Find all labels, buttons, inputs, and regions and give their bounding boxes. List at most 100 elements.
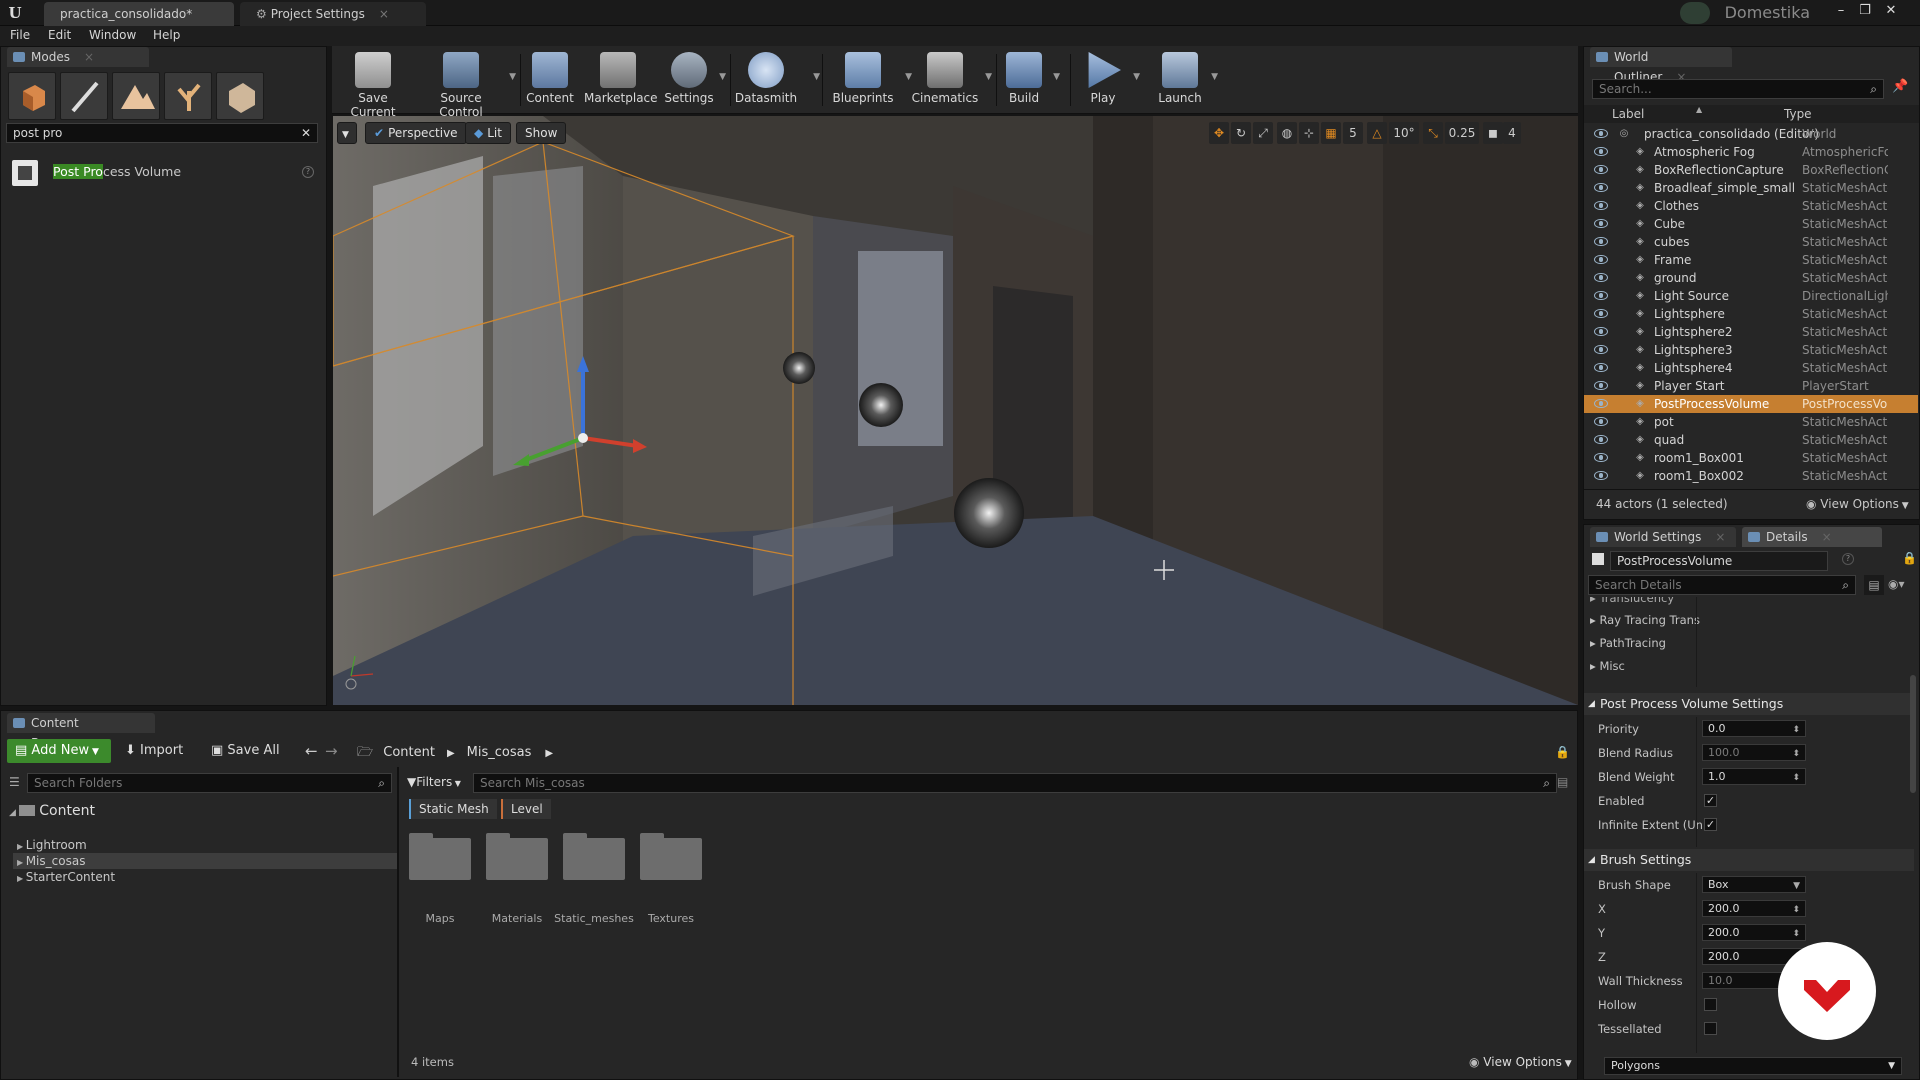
modes-tab[interactable]: Modes × — [7, 47, 149, 67]
modes-search-input[interactable]: post pro ✕ — [6, 123, 318, 143]
eye-icon[interactable] — [1594, 363, 1608, 372]
property-value-field[interactable]: 100.0 ⬍ — [1702, 744, 1806, 761]
breadcrumb-mis-cosas[interactable]: Mis_cosas — [467, 745, 532, 760]
eye-icon[interactable] — [1594, 435, 1608, 444]
eye-icon[interactable] — [1594, 201, 1608, 210]
grid-snap-icon[interactable]: ▦ — [1321, 122, 1341, 144]
outliner-row[interactable]: ◈ Lightsphere3 StaticMeshActo — [1584, 341, 1918, 359]
property-value-field[interactable]: 200.0 ⬍ — [1702, 924, 1806, 941]
folder-static-meshes[interactable] — [563, 833, 625, 880]
perspective-button[interactable]: ✔ Perspective — [365, 122, 467, 144]
outliner-row[interactable]: ◈ PostProcessVolume PostProcessVo — [1584, 395, 1918, 413]
scale-snap-icon[interactable]: ⤡ — [1423, 122, 1443, 144]
rotate-icon[interactable]: ↻ — [1231, 122, 1251, 144]
world-outliner-tab[interactable]: World Outliner × — [1590, 47, 1732, 84]
translate-icon[interactable]: ✥ — [1209, 122, 1229, 144]
project-settings-tab[interactable]: ⚙ Project Settings × — [240, 2, 426, 26]
save-current-button[interactable]: Save Current — [336, 50, 410, 119]
menu-help[interactable]: Help — [153, 28, 180, 42]
content-browser-tab[interactable]: Content Browser× — [7, 713, 155, 750]
blueprints-button[interactable]: Blueprints ▼ — [826, 50, 912, 110]
property-value-field[interactable]: 1.0 ⬍ — [1702, 768, 1806, 785]
lit-button[interactable]: ◆ Lit — [465, 122, 511, 144]
menu-window[interactable]: Window — [89, 28, 136, 42]
breadcrumb-content[interactable]: Content — [383, 745, 435, 760]
view-options-button[interactable]: ◉ View Options ▼ — [1806, 497, 1909, 511]
filter-chip-static-mesh[interactable]: Static Mesh — [409, 799, 497, 819]
outliner-search-input[interactable]: Search... ⌕ — [1592, 79, 1884, 99]
filters-button[interactable]: ▼Filters ▼ — [407, 775, 461, 789]
tree-item-mis-cosas[interactable]: ▶ Mis_cosas — [13, 853, 397, 869]
category-misc[interactable]: ▸ Misc — [1590, 659, 1625, 673]
play-button[interactable]: Play ▼ — [1078, 50, 1140, 110]
close-icon[interactable]: × — [84, 50, 94, 64]
folder-textures[interactable] — [640, 833, 702, 880]
tree-root-content[interactable]: ◢ Content — [9, 803, 95, 819]
sort-ascending-icon[interactable]: ▲ — [1696, 105, 1702, 114]
label-column-header[interactable]: Label — [1612, 107, 1644, 121]
chevron-down-icon[interactable]: ▼ — [719, 72, 726, 82]
launch-button[interactable]: Launch ▼ — [1154, 50, 1218, 110]
property-value-field[interactable]: 200.0 ⬍ — [1702, 900, 1806, 917]
eye-icon[interactable] — [1594, 255, 1608, 264]
category-ray-tracing[interactable]: ▸ Ray Tracing Trans — [1590, 613, 1700, 627]
chevron-down-icon[interactable]: ▼ — [1053, 72, 1060, 82]
type-column-header[interactable]: Type — [1784, 107, 1812, 121]
surface-snap-icon[interactable]: ⊹ — [1299, 122, 1319, 144]
folder-materials[interactable] — [486, 833, 548, 880]
property-checkbox[interactable]: ✓ — [1704, 818, 1717, 831]
build-button[interactable]: Build ▼ — [1000, 50, 1060, 110]
minimize-icon[interactable]: – — [1830, 2, 1852, 20]
outliner-row[interactable]: ◈ room1_Box001 StaticMeshActo — [1584, 449, 1918, 467]
grid-snap-value[interactable]: 5 — [1343, 122, 1363, 144]
search-assets-input[interactable]: Search Mis_cosas ⌕ — [473, 773, 1557, 793]
outliner-row[interactable]: ◈ cubes StaticMeshActo — [1584, 233, 1918, 251]
import-button[interactable]: ⬇ Import — [125, 743, 183, 758]
eye-icon[interactable] — [1594, 345, 1608, 354]
source-control-button[interactable]: Source Control ▼ — [418, 50, 516, 119]
settings-button[interactable]: Settings ▼ — [664, 50, 726, 110]
outliner-row[interactable]: ◈ Atmospheric Fog AtmosphericFog — [1584, 143, 1918, 161]
landscape-mode-button[interactable] — [112, 72, 160, 120]
eye-icon[interactable] — [1594, 147, 1608, 156]
level-viewport[interactable]: ▼ ✔ Perspective ◆ Lit Show ✥ ↻ ⤢ ◍ ⊹ ▦ 5 △… — [333, 116, 1578, 705]
eye-icon[interactable] — [1594, 417, 1608, 426]
outliner-row[interactable]: ◈ BoxReflectionCapture BoxReflectionC — [1584, 161, 1918, 179]
outliner-row[interactable]: ◈ Light Source DirectionalLigh — [1584, 287, 1918, 305]
outliner-row[interactable]: ◈ Broadleaf_simple_small StaticMeshActo — [1584, 179, 1918, 197]
post-process-volume-item[interactable]: Post Process Volume — [53, 164, 181, 179]
eye-icon[interactable] — [1594, 309, 1608, 318]
collections-icon[interactable]: ▤ — [1557, 775, 1568, 789]
folder-maps[interactable] — [409, 833, 471, 880]
lock-icon[interactable]: 🔒 — [1555, 745, 1570, 759]
outliner-row[interactable]: ◈ Player Start PlayerStart — [1584, 377, 1918, 395]
save-all-button[interactable]: ▣ Save All — [211, 743, 280, 758]
property-matrix-icon[interactable]: ▤ — [1864, 575, 1884, 595]
close-icon[interactable]: × — [379, 7, 389, 21]
outliner-root-row[interactable]: ◎ practica_consolidado (Editor) World — [1584, 125, 1918, 143]
brush-settings-section[interactable]: ◢ Brush Settings — [1584, 849, 1914, 871]
menu-file[interactable]: File — [10, 28, 30, 42]
close-icon[interactable]: × — [1715, 530, 1725, 544]
lock-icon[interactable]: 🔒 — [1902, 551, 1917, 565]
clear-search-icon[interactable]: ✕ — [301, 124, 311, 142]
rotation-snap-icon[interactable]: △ — [1367, 122, 1387, 144]
property-checkbox[interactable] — [1704, 998, 1717, 1011]
chevron-down-icon[interactable]: ▼ — [813, 72, 820, 82]
polygons-select[interactable]: Polygons ▼ — [1604, 1057, 1902, 1075]
outliner-row[interactable]: ◈ room1_Box002 StaticMeshActo — [1584, 467, 1918, 485]
content-button[interactable]: Content — [524, 50, 576, 110]
menu-edit[interactable]: Edit — [48, 28, 71, 42]
world-settings-tab[interactable]: World Settings × — [1590, 527, 1736, 547]
eye-icon[interactable] — [1594, 327, 1608, 336]
chevron-down-icon[interactable]: ▼ — [509, 72, 516, 82]
foliage-mode-button[interactable] — [164, 72, 212, 120]
outliner-row[interactable]: ◈ quad StaticMeshActo — [1584, 431, 1918, 449]
eye-icon[interactable] — [1594, 165, 1608, 174]
add-new-button[interactable]: ▤ Add New ▼ — [7, 739, 111, 763]
place-mode-button[interactable] — [8, 72, 56, 120]
details-scrollbar[interactable] — [1910, 675, 1916, 793]
details-tab[interactable]: Details × — [1742, 527, 1882, 547]
filter-chip-level[interactable]: Level — [501, 799, 551, 819]
help-icon[interactable]: ? — [302, 166, 314, 178]
